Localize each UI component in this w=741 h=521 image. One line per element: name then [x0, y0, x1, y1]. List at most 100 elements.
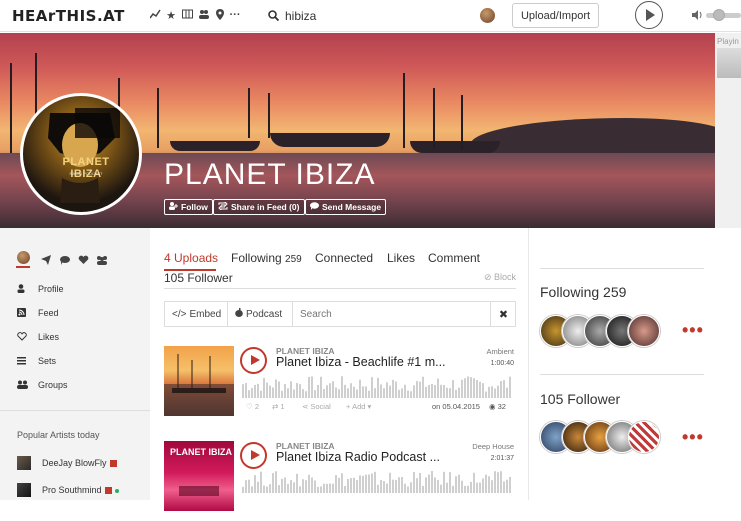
- embed-button[interactable]: </> Embed: [165, 302, 228, 326]
- banner-mast: [10, 63, 12, 153]
- banner-mast: [268, 93, 270, 138]
- share-in-feed-label: Share in Feed (0): [231, 202, 300, 212]
- add-button[interactable]: + Add ▾: [346, 402, 371, 411]
- comment-icon: [310, 202, 319, 212]
- chart-icon[interactable]: [148, 9, 162, 22]
- svg-text:PLANET IBIZA: PLANET IBIZA: [170, 447, 232, 457]
- pin-icon[interactable]: [213, 9, 227, 23]
- clear-search-button[interactable]: ✖: [490, 302, 516, 326]
- follower-count-text[interactable]: 105 Follower: [164, 271, 233, 285]
- tab-following-count: 259: [285, 254, 302, 265]
- tab-uploads[interactable]: 4 Uploads: [164, 251, 218, 265]
- cover-art: [164, 354, 234, 416]
- artist-name: Pro Southmind: [42, 485, 102, 495]
- banner-mast: [461, 95, 463, 150]
- heart-outline-icon: [17, 332, 27, 343]
- track-waveform[interactable]: [242, 374, 514, 398]
- following-more-button[interactable]: •••: [682, 320, 704, 341]
- sidebar-avatar-tab[interactable]: [17, 251, 30, 264]
- following-heading[interactable]: Following 259: [540, 284, 626, 300]
- send-message-button[interactable]: Send Message: [305, 199, 387, 215]
- follow-button-label: Follow: [181, 202, 208, 212]
- volume-icon[interactable]: [692, 10, 703, 23]
- user-avatar[interactable]: [480, 8, 495, 23]
- user-plus-icon: [169, 202, 178, 212]
- track-play-button[interactable]: [240, 347, 267, 374]
- add-label: Add: [352, 402, 366, 411]
- tab-connected[interactable]: Connected: [315, 251, 373, 265]
- track-title[interactable]: Planet Ibiza Radio Podcast ...: [276, 450, 440, 464]
- sidebar-item-feed[interactable]: Feed: [17, 308, 59, 319]
- track-play-button[interactable]: [240, 442, 267, 469]
- banner-boat: [410, 141, 500, 153]
- now-playing-thumb[interactable]: [717, 48, 741, 78]
- online-dot-icon: [114, 488, 119, 493]
- list-icon: [17, 357, 26, 367]
- popular-artists-heading: Popular Artists today: [17, 430, 100, 440]
- avatar-art: [48, 108, 120, 203]
- track-waveform[interactable]: [242, 469, 514, 493]
- tab-comment[interactable]: Comment: [428, 251, 480, 265]
- like-count[interactable]: ♡ 2: [246, 402, 259, 411]
- artist-name: DeeJay BlowFly: [42, 458, 107, 468]
- block-button[interactable]: ⊘ Block: [484, 272, 516, 283]
- social-label: Social: [310, 402, 331, 411]
- share-in-feed-button[interactable]: Share in Feed (0): [213, 199, 305, 215]
- users-group-icon[interactable]: [96, 252, 108, 270]
- track-date: on 05.04.2015: [432, 402, 480, 411]
- track-search-input[interactable]: [293, 302, 490, 326]
- retweet-icon: [218, 200, 228, 212]
- like-count-value: 2: [254, 402, 259, 411]
- users-icon[interactable]: [197, 9, 211, 22]
- track-cover[interactable]: PLANET IBIZA: [164, 441, 234, 511]
- social-button[interactable]: ⋖ Social: [302, 402, 331, 411]
- track-duration: 1:00:40: [490, 360, 514, 367]
- profile-name: PLANET IBIZA: [164, 158, 376, 191]
- track-title[interactable]: Planet Ibiza - Beachlife #1 m...: [276, 355, 446, 369]
- right-divider: [540, 268, 704, 269]
- repost-count-value: 1: [280, 402, 285, 411]
- star-icon[interactable]: ★: [164, 9, 178, 22]
- banner-mast: [157, 88, 159, 148]
- follower-heading[interactable]: 105 Follower: [540, 391, 620, 407]
- site-logo[interactable]: HEArTHIS.AT: [12, 7, 125, 25]
- red-badge-icon: [109, 460, 117, 468]
- more-icon[interactable]: ···: [228, 9, 242, 21]
- sidebar-item-label: Likes: [38, 332, 60, 342]
- track-genre[interactable]: Deep House: [472, 442, 514, 451]
- follower-more-button[interactable]: •••: [682, 427, 704, 448]
- map-icon[interactable]: [180, 9, 194, 22]
- player-play-button[interactable]: [635, 1, 663, 29]
- paper-plane-icon[interactable]: [41, 252, 51, 270]
- profile-avatar[interactable]: PLANET IBIZA RADIO PODCAST: [20, 93, 142, 215]
- banner-mast: [248, 88, 250, 138]
- track-item: PLANET IBIZA PLANET IBIZA Planet Ibiza R…: [164, 441, 516, 521]
- track-cover[interactable]: [164, 346, 234, 416]
- tab-following-label: Following: [231, 251, 282, 265]
- search-input[interactable]: hibiza: [285, 9, 316, 23]
- repost-count[interactable]: ⇄ 1: [272, 402, 285, 411]
- follow-button[interactable]: Follow: [164, 199, 213, 215]
- right-divider: [540, 374, 704, 375]
- banner-boat: [270, 133, 390, 147]
- heartbeat-icon[interactable]: [78, 252, 89, 270]
- following-avatar[interactable]: [628, 315, 660, 347]
- sidebar-item-label: Groups: [38, 380, 68, 390]
- sidebar-item-profile[interactable]: Profile: [17, 284, 64, 295]
- podcast-button[interactable]: Podcast: [228, 302, 293, 326]
- volume-knob[interactable]: [713, 9, 725, 21]
- artist-avatar: [17, 483, 31, 497]
- play-count: ◉ 32: [489, 402, 506, 411]
- send-message-label: Send Message: [322, 202, 382, 212]
- user-icon: [17, 284, 25, 295]
- chat-icon[interactable]: [60, 252, 70, 270]
- embed-label: Embed: [189, 308, 222, 320]
- upload-import-button[interactable]: Upload/Import: [512, 3, 599, 28]
- track-genre[interactable]: Ambient: [486, 347, 514, 356]
- follower-avatar[interactable]: [628, 421, 660, 453]
- tab-following[interactable]: Following 259: [231, 251, 302, 265]
- sidebar-item-sets[interactable]: Sets: [17, 356, 56, 367]
- sidebar-item-groups[interactable]: Groups: [17, 380, 68, 391]
- tab-likes[interactable]: Likes: [387, 251, 415, 265]
- sidebar-item-likes[interactable]: Likes: [17, 332, 59, 343]
